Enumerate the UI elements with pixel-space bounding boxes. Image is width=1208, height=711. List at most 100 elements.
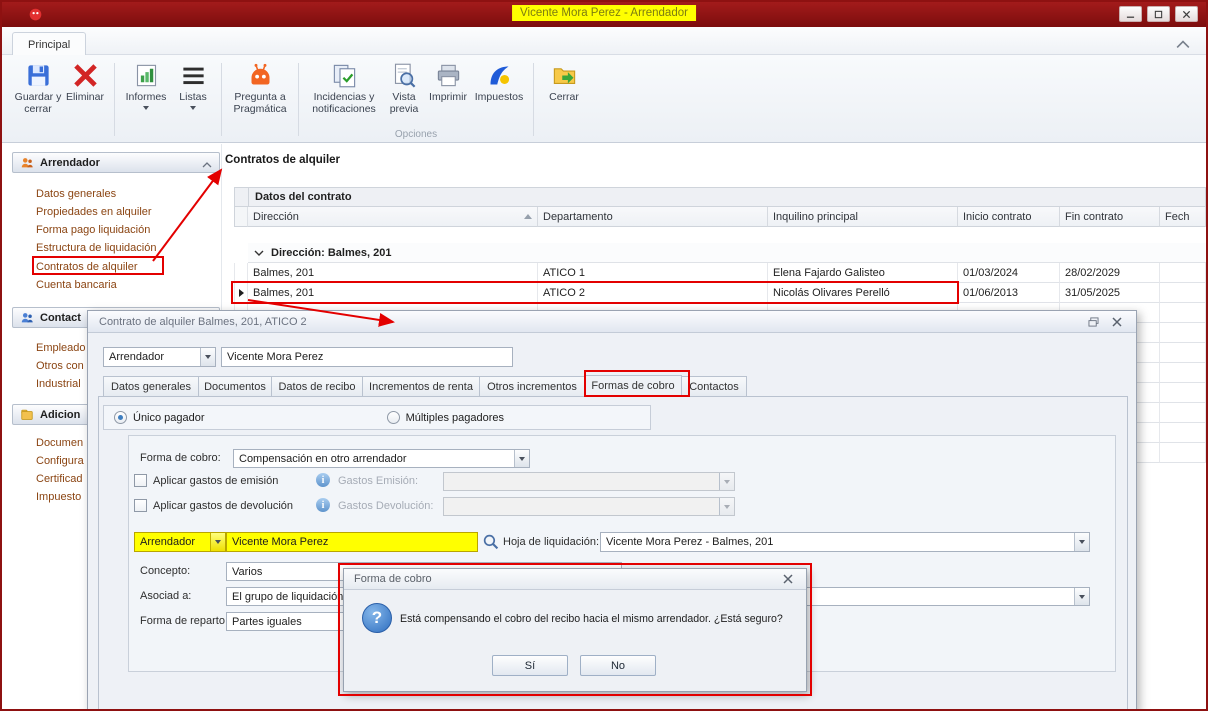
forma-de-cobro-label: Forma de cobro: [140,452,221,464]
group-row-balmes-201[interactable]: Dirección: Balmes, 201 [234,243,1206,263]
row-indicator-header [234,187,248,207]
table-row-atico-2-selected[interactable]: Balmes, 201 ATICO 2 Nicolás Olivares Per… [234,283,1206,303]
yes-button[interactable]: Sí [492,655,568,676]
arrendador-name-field-highlighted[interactable]: Vicente Mora Perez [226,532,478,552]
owner-name-field[interactable]: Vicente Mora Perez [221,347,513,367]
column-header-departamento[interactable]: Departamento [538,207,768,227]
chevron-down-icon [143,106,149,110]
asociado-label: Asociad a: [140,590,191,602]
no-button[interactable]: No [580,655,656,676]
confirm-dialog-title-bar[interactable]: Forma de cobro [344,569,806,590]
preview-magnifier-icon [391,62,418,89]
search-icon[interactable] [482,533,499,550]
tab-incrementos-de-renta[interactable]: Incrementos de renta [362,376,480,397]
tab-contactos[interactable]: Contactos [681,376,747,397]
reports-button[interactable]: Informes [121,59,171,140]
sidebar-section-arrendador[interactable]: Arrendador [12,152,220,173]
column-header-fin-contrato[interactable]: Fin contrato [1060,207,1160,227]
chevron-down-icon [514,450,529,467]
app-window: Vicente Mora Perez - Arrendador Principa… [0,0,1208,711]
column-header-inquilino-principal[interactable]: Inquilino principal [768,207,958,227]
sidebar-item-forma-pago-liquidacion[interactable]: Forma pago liquidación [36,222,150,238]
ribbon-group-label: Opciones [305,129,527,140]
tab-datos-de-recibo[interactable]: Datos de recibo [271,376,363,397]
close-form-button[interactable]: Cerrar [540,59,588,140]
hoja-liquidacion-select[interactable]: Vicente Mora Perez - Balmes, 201 [600,532,1090,552]
sidebar-item-industriales[interactable]: Industrial [36,376,81,392]
confirm-close-button[interactable] [780,573,796,586]
lists-button[interactable]: Listas [171,59,215,140]
table-band-header[interactable]: Datos del contrato [248,187,1206,207]
dialog-maximize-button[interactable] [1085,315,1101,328]
tab-documentos[interactable]: Documentos [198,376,272,397]
forma-de-reparto-label: Forma de reparto: [140,615,228,627]
sidebar-item-otros-contactos[interactable]: Otros con [36,358,84,374]
contract-dialog-tabs: Datos generales Documentos Datos de reci… [103,375,746,397]
print-button[interactable]: Imprimir [425,59,471,127]
tab-otros-incrementos[interactable]: Otros incrementos [479,376,585,397]
sidebar-item-cuenta-bancaria[interactable]: Cuenta bancaria [36,277,117,293]
selected-row-arrow-icon [234,283,248,303]
tab-datos-generales[interactable]: Datos generales [103,376,199,397]
contract-dialog-title-bar[interactable]: Contrato de alquiler Balmes, 201, ATICO … [88,311,1136,333]
app-icon [28,7,43,22]
radio-multiples-pagadores[interactable] [387,411,400,424]
ask-pragmatica-button[interactable]: Pregunta a Pragmática [228,59,292,140]
arrendador-type-select-highlighted[interactable]: Arrendador [134,532,226,552]
ribbon-separator [533,63,534,136]
title-bar: Vicente Mora Perez - Arrendador [2,2,1206,27]
close-button[interactable] [1175,6,1198,22]
group-expand-chevron-icon[interactable] [254,247,264,259]
clipboard-check-icon [331,62,358,89]
info-icon[interactable]: i [316,498,330,512]
tab-principal[interactable]: Principal [12,32,86,56]
checkbox-aplicar-gastos-devolucion[interactable] [134,499,147,512]
taxes-button[interactable]: Impuestos [471,59,527,127]
ribbon-separator [298,63,299,136]
checkbox-aplicar-gastos-emision[interactable] [134,474,147,487]
sidebar-item-empleados[interactable]: Empleado [36,340,86,356]
folder-icon [20,408,34,422]
maximize-button[interactable] [1147,6,1170,22]
chevron-down-icon [1074,588,1089,605]
sidebar-item-configuracion[interactable]: Configura [36,453,84,469]
column-header-inicio-contrato[interactable]: Inicio contrato [958,207,1060,227]
minimize-button[interactable] [1119,6,1142,22]
save-and-close-button[interactable]: Guardar y cerrar [14,59,62,140]
sidebar-item-estructura-de-liquidacion[interactable]: Estructura de liquidación [36,240,156,256]
column-header-direccion[interactable]: Dirección [248,207,538,227]
concepto-label: Concepto: [140,565,190,577]
confirm-message: Está compensando el cobro del recibo hac… [400,613,800,626]
tab-formas-de-cobro[interactable]: Formas de cobro [584,375,682,397]
sidebar-item-documentos[interactable]: Documen [36,435,83,451]
sidebar-item-contratos-de-alquiler[interactable]: Contratos de alquiler [36,259,138,275]
chevron-up-icon[interactable] [202,159,212,166]
confirm-dialog-title: Forma de cobro [354,573,432,585]
payer-mode-group: Único pagador Múltiples pagadores [103,405,651,430]
sidebar-item-propiedades-en-alquiler[interactable]: Propiedades en alquiler [36,204,152,220]
gastos-emision-label: Gastos Emisión: [338,475,418,487]
chevron-down-icon [200,348,215,366]
list-icon [180,62,207,89]
ribbon-group-opciones: Incidencias y notificaciones Vista previ… [305,59,527,140]
print-preview-button[interactable]: Vista previa [383,59,425,127]
table-row-atico-1[interactable]: Balmes, 201 ATICO 1 Elena Fajardo Galist… [234,263,1206,283]
delete-button[interactable]: Eliminar [62,59,108,140]
report-icon [133,62,160,89]
row-indicator [234,263,248,283]
sidebar-item-impuestos[interactable]: Impuesto [36,489,81,505]
ribbon-separator [114,63,115,136]
dialog-close-button[interactable] [1109,315,1125,328]
incidents-notifications-button[interactable]: Incidencias y notificaciones [305,59,383,127]
ribbon-separator [221,63,222,136]
owner-type-select[interactable]: Arrendador [103,347,216,367]
ribbon-tab-row: Principal [2,27,1206,55]
column-header-fecha[interactable]: Fech [1160,207,1206,227]
sidebar-item-certificados[interactable]: Certificad [36,471,82,487]
forma-de-cobro-select[interactable]: Compensación en otro arrendador [233,449,530,468]
sidebar-item-datos-generales[interactable]: Datos generales [36,186,116,202]
ribbon-collapse-icon[interactable] [1176,36,1190,46]
sort-ascending-icon [524,214,532,219]
radio-unico-pagador[interactable] [114,411,127,424]
info-icon[interactable]: i [316,473,330,487]
